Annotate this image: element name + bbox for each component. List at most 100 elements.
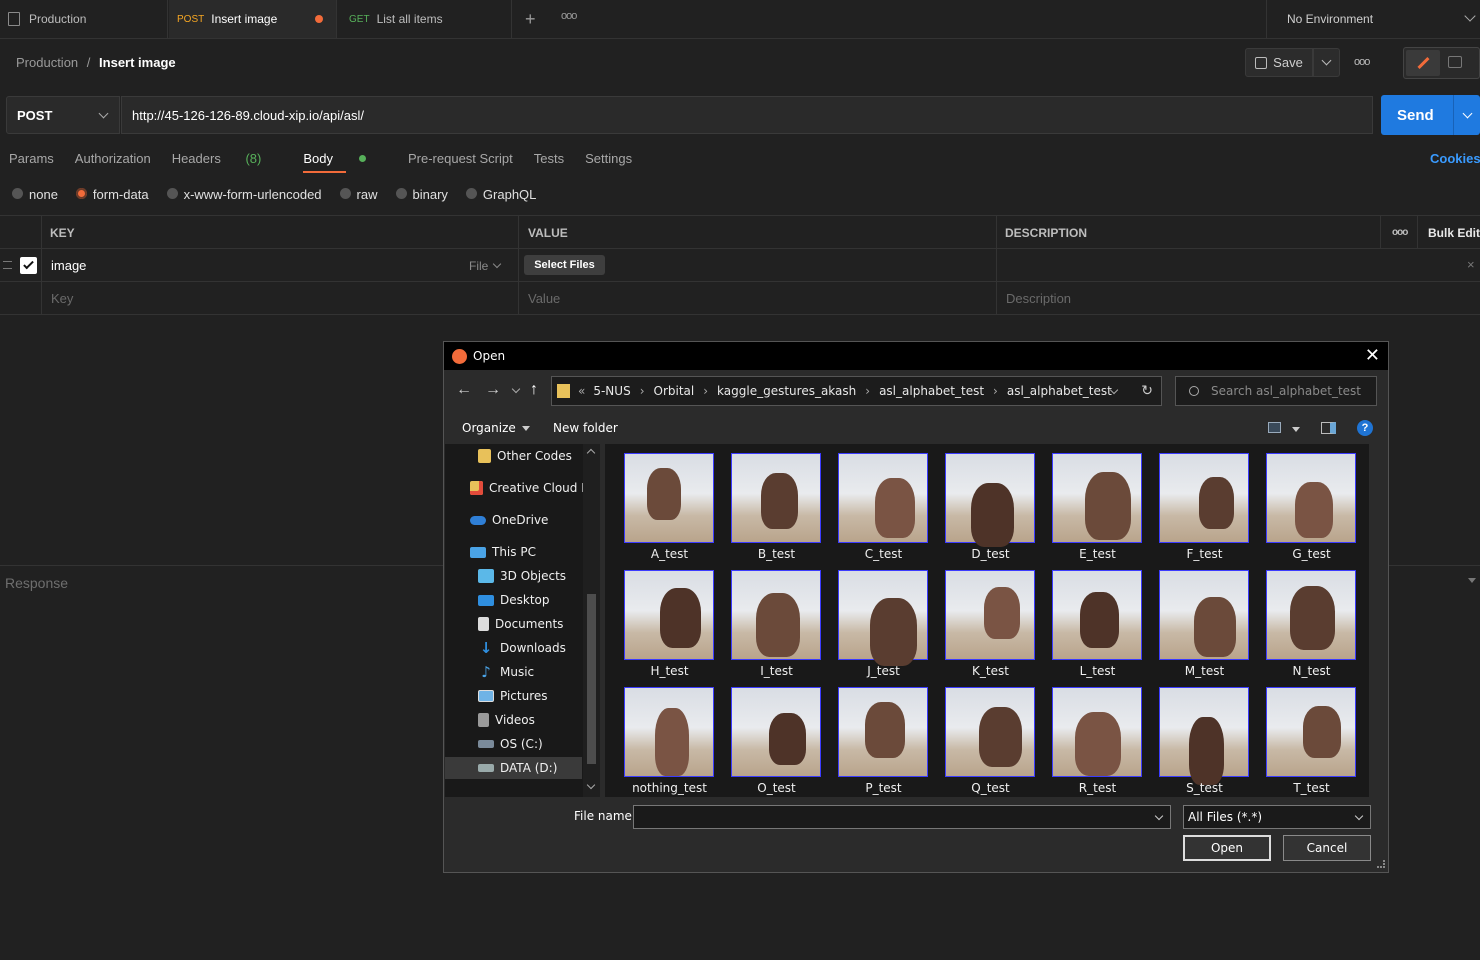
file-name-label[interactable]: A_test	[616, 547, 723, 561]
file-thumbnail[interactable]	[731, 453, 821, 543]
method-select[interactable]: POST	[6, 96, 120, 134]
file-thumbnail[interactable]	[945, 453, 1035, 547]
unsaved-dot-icon[interactable]	[315, 15, 323, 23]
key-placeholder-input[interactable]: Key	[51, 291, 73, 306]
file-name-label[interactable]: R_test	[1044, 781, 1151, 795]
more-options-icon[interactable]: ooo	[1354, 56, 1370, 68]
file-thumbnail[interactable]	[1159, 687, 1249, 785]
nav-item-desktop[interactable]: Desktop	[478, 589, 550, 611]
save-options-button[interactable]	[1313, 48, 1340, 77]
resize-grip-icon[interactable]	[1377, 860, 1385, 868]
comment-icon[interactable]	[1448, 56, 1462, 68]
scroll-thumb[interactable]	[587, 594, 596, 764]
file-thumbnail[interactable]	[1266, 453, 1356, 543]
nav-scrollbar[interactable]	[583, 444, 600, 797]
nav-item-downloads[interactable]: ↓ Downloads	[478, 637, 566, 659]
nav-item-creative-cloud[interactable]: Creative Cloud Fil	[470, 477, 594, 499]
collapse-response-icon[interactable]	[1468, 578, 1476, 583]
nav-item-documents[interactable]: Documents	[478, 613, 563, 635]
file-thumbnail[interactable]	[1052, 453, 1142, 543]
search-input[interactable]: Search asl_alphabet_test	[1175, 376, 1377, 406]
tab-pre-request-script[interactable]: Pre-request Script	[408, 151, 513, 166]
file-name-label[interactable]: nothing_test	[616, 781, 723, 795]
chevron-down-icon[interactable]	[1154, 811, 1164, 821]
file-name-label[interactable]: F_test	[1151, 547, 1258, 561]
file-thumbnail[interactable]	[731, 687, 821, 777]
breadcrumb-parent[interactable]: Production	[16, 55, 78, 70]
cookies-link[interactable]: Cookies	[1430, 151, 1480, 166]
nav-item-onedrive[interactable]: OneDrive	[470, 509, 548, 531]
path-segment[interactable]: Orbital	[654, 384, 695, 398]
forward-arrow-icon[interactable]: →	[485, 381, 501, 399]
scroll-down-icon[interactable]	[586, 780, 596, 790]
nav-item-data-d[interactable]: DATA (D:)	[445, 757, 582, 779]
refresh-icon[interactable]: ↻	[1141, 383, 1153, 399]
file-name-label[interactable]: E_test	[1044, 547, 1151, 561]
recent-locations-chevron-icon[interactable]	[511, 384, 521, 394]
value-placeholder-input[interactable]: Value	[528, 291, 560, 306]
help-icon[interactable]: ?	[1357, 420, 1373, 436]
file-name-label[interactable]: G_test	[1258, 547, 1365, 561]
file-name-label[interactable]: N_test	[1258, 664, 1365, 678]
radio-binary[interactable]: binary	[395, 187, 448, 202]
file-thumbnail[interactable]	[838, 453, 928, 543]
key-type-select[interactable]: File	[469, 259, 502, 273]
nav-item-music[interactable]: ♪ Music	[478, 661, 534, 683]
organize-menu[interactable]: Organize	[462, 421, 530, 435]
file-thumbnail[interactable]	[1266, 570, 1356, 660]
nav-item-this-pc[interactable]: This PC	[470, 541, 536, 563]
send-button[interactable]: Send	[1381, 95, 1480, 135]
new-tab-icon[interactable]: +	[525, 10, 536, 28]
file-thumbnail[interactable]	[838, 570, 928, 666]
nav-item-other-codes[interactable]: Other Codes	[478, 445, 572, 467]
file-name-label[interactable]: T_test	[1258, 781, 1365, 795]
tab-authorization[interactable]: Authorization	[75, 151, 151, 166]
back-arrow-icon[interactable]: ←	[456, 381, 472, 399]
description-placeholder-input[interactable]: Description	[1006, 291, 1071, 306]
radio-graphql[interactable]: GraphQL	[465, 187, 536, 202]
path-segment[interactable]: 5-NUS	[593, 384, 630, 398]
file-thumbnail[interactable]	[1266, 687, 1356, 777]
nav-item-pictures[interactable]: Pictures	[478, 685, 548, 707]
drag-handle-icon[interactable]	[3, 261, 12, 269]
cancel-button[interactable]: Cancel	[1283, 835, 1371, 861]
file-thumbnail[interactable]	[624, 687, 714, 777]
path-segment[interactable]: asl_alphabet_test	[879, 384, 984, 398]
radio-form-data[interactable]: form-data	[75, 187, 149, 202]
file-thumbnail[interactable]	[731, 570, 821, 660]
tab-production[interactable]: Production	[0, 0, 168, 38]
save-button[interactable]: Save	[1245, 48, 1313, 77]
key-input[interactable]: image	[51, 258, 86, 273]
tab-tests[interactable]: Tests	[534, 151, 564, 166]
file-name-label[interactable]: O_test	[723, 781, 830, 795]
file-name-label[interactable]: H_test	[616, 664, 723, 678]
nav-item-videos[interactable]: Videos	[478, 709, 535, 731]
address-bar[interactable]: « 5-NUS › Orbital › kaggle_gestures_akash ›…	[551, 376, 1162, 406]
bulk-edit-link[interactable]: Bulk Edit	[1428, 216, 1480, 249]
radio-raw[interactable]: raw	[339, 187, 378, 202]
table-more-icon[interactable]: ooo	[1392, 216, 1408, 249]
file-name-label[interactable]: D_test	[937, 547, 1044, 561]
file-name-label[interactable]: S_test	[1151, 781, 1258, 795]
file-thumbnail[interactable]	[1159, 570, 1249, 660]
file-name-label[interactable]: L_test	[1044, 664, 1151, 678]
new-folder-button[interactable]: New folder	[553, 421, 618, 435]
file-thumbnail[interactable]	[1159, 453, 1249, 543]
file-thumbnail[interactable]	[945, 570, 1035, 660]
file-name-label[interactable]: C_test	[830, 547, 937, 561]
file-thumbnail[interactable]	[838, 687, 928, 777]
file-type-select[interactable]: All Files (*.*)	[1183, 805, 1371, 829]
preview-pane-icon[interactable]	[1321, 422, 1336, 434]
file-name-label[interactable]: K_test	[937, 664, 1044, 678]
nav-item-3d-objects[interactable]: 3D Objects	[478, 565, 566, 587]
edit-icon[interactable]	[1406, 50, 1440, 76]
select-files-button[interactable]: Select Files	[524, 255, 605, 275]
path-segment[interactable]: asl_alphabet_test	[1007, 384, 1112, 398]
overflow-chevron-icon[interactable]: «	[578, 384, 585, 398]
view-chevron-icon[interactable]	[1292, 427, 1300, 432]
radio-x-www-form-urlencoded[interactable]: x-www-form-urlencoded	[166, 187, 322, 202]
environment-selector[interactable]: No Environment	[1266, 0, 1480, 38]
up-arrow-icon[interactable]: ↑	[530, 381, 538, 399]
file-name-label[interactable]: B_test	[723, 547, 830, 561]
open-button[interactable]: Open	[1183, 835, 1271, 861]
